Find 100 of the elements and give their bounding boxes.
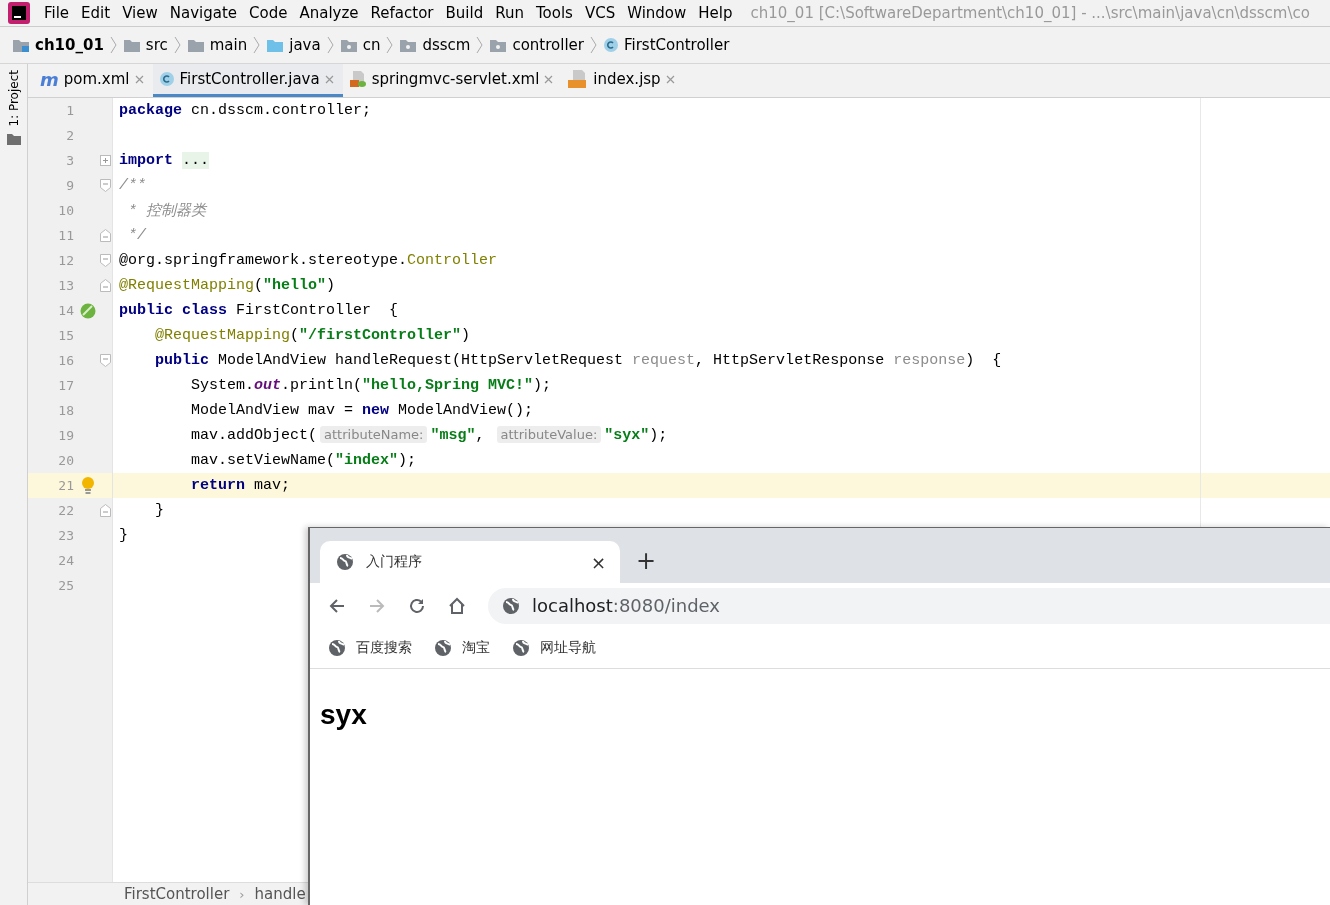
close-icon[interactable]: × bbox=[590, 551, 606, 573]
line-number: 25 bbox=[57, 578, 75, 593]
menu-item[interactable]: View bbox=[122, 4, 158, 22]
code-line: /** bbox=[119, 177, 146, 194]
class-icon bbox=[603, 37, 619, 53]
line-number: 3 bbox=[65, 153, 75, 168]
fold-end-icon[interactable] bbox=[99, 279, 111, 292]
menu-item[interactable]: Window bbox=[627, 4, 687, 22]
code-line: ModelAndView mav = new ModelAndView(); bbox=[190, 402, 534, 419]
breadcrumb-item[interactable]: ch10_01 bbox=[12, 36, 104, 54]
back-arrow-icon[interactable] bbox=[328, 596, 346, 615]
breadcrumb-item[interactable]: main bbox=[186, 36, 248, 54]
chevron-icon bbox=[173, 36, 181, 54]
spring-bean-icon[interactable] bbox=[80, 302, 96, 319]
fold-collapse-icon[interactable] bbox=[99, 254, 111, 267]
code-line: public class FirstController { bbox=[119, 302, 399, 319]
close-icon[interactable] bbox=[134, 74, 144, 84]
code-line: */ bbox=[127, 227, 146, 244]
editor-tab[interactable]: springmvc-servlet.xml bbox=[342, 64, 563, 97]
globe-icon bbox=[328, 639, 346, 657]
line-number: 19 bbox=[57, 428, 75, 443]
package-folder-icon bbox=[489, 37, 508, 53]
breadcrumb-item[interactable]: java bbox=[266, 36, 321, 54]
code-line: } bbox=[154, 502, 164, 519]
breadcrumb-item[interactable]: cn bbox=[339, 36, 381, 54]
jsp-file-icon bbox=[568, 70, 589, 88]
line-number: 16 bbox=[57, 353, 75, 368]
menu-item[interactable]: Run bbox=[495, 4, 524, 22]
menu-item[interactable]: Edit bbox=[81, 4, 111, 22]
reload-icon[interactable] bbox=[408, 596, 426, 615]
line-number: 17 bbox=[57, 378, 75, 393]
fold-end-icon[interactable] bbox=[99, 504, 111, 517]
code-line: import ... bbox=[119, 152, 210, 169]
separator-glyph: › bbox=[239, 886, 245, 902]
editor-tab[interactable]: index.jsp bbox=[562, 64, 684, 97]
menu-item[interactable]: VCS bbox=[584, 4, 616, 22]
bookmark-link[interactable]: 淘宝 bbox=[462, 639, 490, 657]
package-folder-icon bbox=[399, 37, 418, 53]
code-line: * 控制器类 bbox=[127, 201, 206, 220]
chevron-icon bbox=[109, 36, 117, 54]
fold-collapse-icon[interactable] bbox=[99, 354, 111, 367]
folder-icon bbox=[6, 132, 21, 145]
chevron-icon bbox=[476, 36, 484, 54]
chevron-icon bbox=[326, 36, 334, 54]
code-line: public ModelAndView handleRequest(HttpServletRequest request, HttpServletResponse response) { bbox=[154, 352, 1002, 369]
code-line: mav.addObject( attributeName: "msg", attributeValue: "syx"); bbox=[190, 427, 668, 444]
chevron-icon bbox=[590, 36, 597, 54]
chevron-icon bbox=[253, 36, 261, 54]
address-bar[interactable]: localhost:8080/index bbox=[488, 587, 1330, 624]
code-line: package cn.dsscm.controller; bbox=[119, 102, 372, 119]
globe-icon bbox=[434, 639, 452, 657]
bookmark-link[interactable]: 百度搜索 bbox=[356, 639, 412, 657]
menu-item[interactable]: Build bbox=[445, 4, 484, 22]
line-number: 15 bbox=[57, 328, 75, 343]
line-number: 10 bbox=[57, 203, 75, 218]
editor-tab[interactable]: m pom.xml bbox=[34, 64, 153, 97]
menu-item[interactable]: Refactor bbox=[370, 4, 434, 22]
bookmark-link[interactable]: 网址导航 bbox=[540, 639, 596, 657]
menu-item[interactable]: Navigate bbox=[169, 4, 238, 22]
breadcrumb-item[interactable]: dsscm bbox=[399, 36, 471, 54]
editor-tab[interactable]: FirstController.java bbox=[152, 64, 343, 97]
menu-item[interactable]: Tools bbox=[535, 4, 573, 22]
breadcrumb-item[interactable]: FirstController bbox=[124, 885, 230, 903]
browser-tab[interactable]: 入门程序 × bbox=[320, 541, 620, 583]
xml-file-icon bbox=[348, 70, 367, 88]
close-icon[interactable] bbox=[665, 74, 675, 84]
menu-item[interactable]: Help bbox=[698, 4, 733, 22]
project-tool-tab[interactable]: 1: Project bbox=[6, 70, 21, 127]
chevron-icon bbox=[386, 36, 394, 54]
line-number: 2 bbox=[65, 128, 75, 143]
breadcrumb-item[interactable]: src bbox=[122, 36, 168, 54]
fold-end-icon[interactable] bbox=[99, 229, 111, 242]
fold-expand-icon[interactable] bbox=[99, 155, 111, 166]
line-number: 12 bbox=[57, 253, 75, 268]
line-number: 23 bbox=[57, 528, 75, 543]
line-number: 13 bbox=[57, 278, 75, 293]
package-folder-icon bbox=[339, 37, 358, 53]
lightbulb-icon[interactable] bbox=[81, 476, 95, 495]
code-line: System.out.println("hello,Spring MVC!"); bbox=[190, 377, 552, 394]
code-line: @org.springframework.stereotype.Controller bbox=[119, 252, 498, 269]
close-icon[interactable] bbox=[324, 74, 334, 84]
folder-icon bbox=[12, 37, 30, 53]
breadcrumb-item[interactable]: FirstController bbox=[603, 36, 730, 54]
close-icon[interactable] bbox=[544, 74, 554, 84]
code-line: } bbox=[119, 527, 128, 544]
menu-item[interactable]: Analyze bbox=[299, 4, 359, 22]
maven-icon: m bbox=[40, 68, 59, 90]
fold-collapse-icon[interactable] bbox=[99, 179, 111, 192]
breadcrumb-item[interactable]: handle bbox=[254, 885, 306, 903]
app-logo-icon[interactable] bbox=[8, 2, 30, 24]
home-icon[interactable] bbox=[448, 596, 466, 615]
folder-icon bbox=[186, 37, 205, 53]
menu-item[interactable]: Code bbox=[249, 4, 288, 22]
folder-icon bbox=[122, 37, 141, 53]
line-number: 1 bbox=[65, 103, 75, 118]
menu-item[interactable]: File bbox=[44, 4, 70, 22]
breadcrumb-item[interactable]: controller bbox=[489, 36, 584, 54]
url-text: localhost:8080/index bbox=[532, 595, 720, 616]
new-tab-button[interactable]: + bbox=[636, 546, 657, 575]
line-number: 22 bbox=[57, 503, 75, 518]
